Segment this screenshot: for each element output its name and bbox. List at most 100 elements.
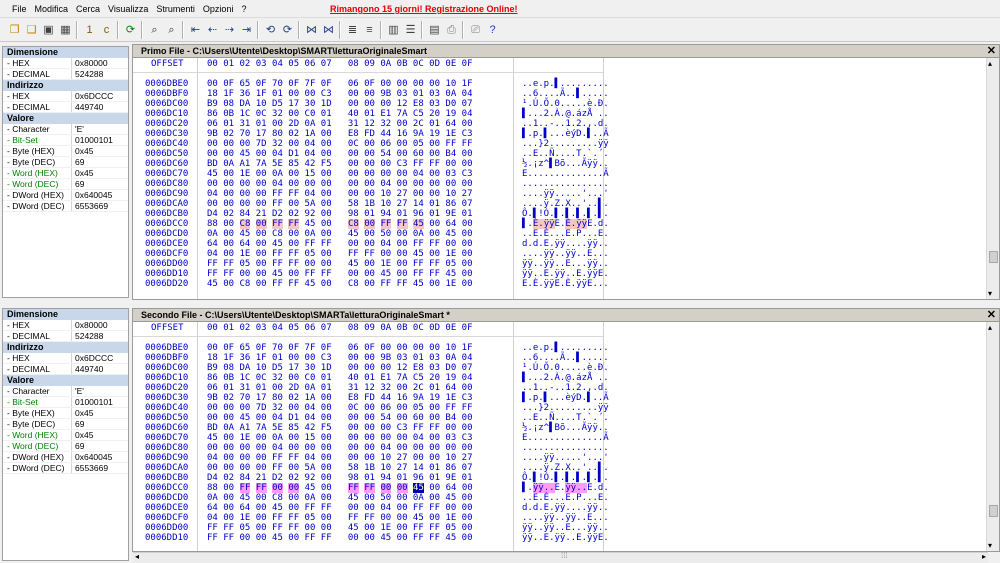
- hex-byte[interactable]: 00: [380, 483, 392, 493]
- align-right-icon[interactable]: ≡: [361, 22, 378, 39]
- hex-byte[interactable]: FF: [364, 483, 376, 493]
- hex-byte[interactable]: FF: [380, 219, 392, 229]
- hex-row[interactable]: 86 0B 1C 0C 32 00 C0 01 40 01 E1 7A C5 2…: [207, 109, 473, 119]
- ascii-row[interactable]: ..E..Ñ....T.`.´.: [522, 149, 609, 159]
- hex-byte[interactable]: 45: [305, 219, 316, 229]
- ascii-char[interactable]: ÿ: [538, 483, 544, 493]
- hex-row[interactable]: 04 00 1E 00 FF FF 05 00 FF FF 00 00 45 0…: [207, 513, 473, 523]
- goto-end-icon[interactable]: ⇥: [238, 22, 255, 39]
- ascii-row[interactable]: ..1..-..1.2.,.d.: [522, 119, 609, 129]
- hex-byte[interactable]: 00: [321, 219, 332, 229]
- ascii-row[interactable]: ..6....Ã..▌.....: [522, 353, 609, 363]
- hex-row[interactable]: 04 00 1E 00 FF FF 05 00 FF FF 00 00 45 0…: [207, 249, 473, 259]
- hex-row[interactable]: 45 00 1E 00 0A 00 15 00 00 00 00 00 04 0…: [207, 169, 473, 179]
- ascii-row[interactable]: ...}2.........ÿÿ: [522, 403, 609, 413]
- save-icon[interactable]: ▣: [40, 22, 57, 39]
- trial-registration-link[interactable]: Rimangono 15 giorni! Registrazione Onlin…: [330, 3, 518, 15]
- hex-byte[interactable]: 00: [288, 483, 300, 493]
- hex-row[interactable]: 86 0B 1C 0C 32 00 C0 01 40 01 E1 7A C5 2…: [207, 373, 473, 383]
- hex-byte[interactable]: 45: [413, 219, 424, 229]
- compare-icon[interactable]: ⋈: [303, 22, 320, 39]
- help-icon[interactable]: ?: [484, 22, 501, 39]
- hex-row[interactable]: 00 00 00 00 FF 00 5A 00 58 1B 10 27 14 0…: [207, 463, 473, 473]
- ascii-row[interactable]: d.d.E.ÿÿ....ÿÿ..: [522, 239, 609, 249]
- hex-row[interactable]: 45 00 1E 00 0A 00 15 00 00 00 00 00 04 0…: [207, 433, 473, 443]
- menu-help[interactable]: ?: [237, 0, 250, 15]
- ascii-char[interactable]: ÿ: [565, 483, 571, 493]
- ascii-row[interactable]: ....ÿ.Z.X..'..▌.: [522, 199, 609, 209]
- ascii-row[interactable]: Ô.▌!Ò.▌.▌.▌.▌.▌.: [522, 209, 609, 219]
- hex-byte[interactable]: 00: [223, 483, 234, 493]
- ascii-row[interactable]: ....ÿÿ..ÿÿ..E...: [522, 513, 609, 523]
- hex-byte[interactable]: FF: [288, 219, 300, 229]
- hex-row[interactable]: 0A 00 45 00 C8 00 0A 00 45 00 50 00 0A 0…: [207, 493, 473, 503]
- hex-row[interactable]: D4 02 84 21 D2 02 92 00 98 01 94 01 96 0…: [207, 473, 473, 483]
- find-next-icon[interactable]: ⌕: [163, 22, 180, 39]
- menu-modifica[interactable]: Modifica: [31, 0, 73, 15]
- ascii-row[interactable]: ....ÿÿ.....'...': [522, 189, 609, 199]
- hex-row[interactable]: 64 00 64 00 45 00 FF FF 00 00 04 00 FF F…: [207, 503, 473, 513]
- ascii-char[interactable]: .: [603, 219, 608, 229]
- hex-row[interactable]: BD 0A A1 7A 5E 85 42 F5 00 00 00 C3 FF F…: [207, 423, 473, 433]
- hex-row[interactable]: 06 01 31 01 00 2D 0A 01 31 12 32 00 2C 0…: [207, 119, 473, 129]
- hex-row[interactable]: 45 00 C8 00 FF FF 45 00 C8 00 FF FF 45 0…: [207, 279, 473, 289]
- hex-row[interactable]: 0A 00 45 00 C8 00 0A 00 45 00 50 00 0A 0…: [207, 229, 473, 239]
- ascii-row[interactable]: E..............Ã: [522, 433, 609, 443]
- bookmark-1-icon[interactable]: 1: [81, 22, 98, 39]
- ascii-row[interactable]: d.d.E.ÿÿ....ÿÿ..: [522, 503, 609, 513]
- hex-row[interactable]: B9 08 DA 10 D5 17 30 1D 00 00 00 12 E8 0…: [207, 99, 473, 109]
- ascii-row[interactable]: ..1..-..1.2.,.d.: [522, 383, 609, 393]
- list-icon[interactable]: ☰: [402, 22, 419, 39]
- hex-byte[interactable]: C8: [239, 219, 251, 229]
- hex-byte[interactable]: 64: [446, 219, 457, 229]
- hex-row[interactable]: 06 01 31 01 00 2D 0A 01 31 12 32 00 2C 0…: [207, 383, 473, 393]
- print-icon[interactable]: ⎙: [443, 22, 460, 39]
- ascii-row[interactable]: ½.¡z^▌Bõ...Ãÿÿ..: [522, 423, 609, 433]
- ascii-row[interactable]: ..E..Ñ....T.`.´.: [522, 413, 609, 423]
- ascii-char[interactable]: .: [538, 219, 544, 229]
- ascii-row[interactable]: ..e.p.▌.........: [522, 79, 609, 89]
- refresh-icon[interactable]: ⟳: [122, 22, 139, 39]
- hex-byte[interactable]: 88: [207, 219, 218, 229]
- ascii-row[interactable]: ....ÿÿ..ÿÿ..E...: [522, 249, 609, 259]
- goto-prev-icon[interactable]: ⇠: [204, 22, 221, 39]
- ascii-row[interactable]: ½.¡z^▌Bõ...Ãÿÿ..: [522, 159, 609, 169]
- hex-row[interactable]: 00 00 00 00 FF 00 5A 00 58 1B 10 27 14 0…: [207, 199, 473, 209]
- hex-byte[interactable]: 00: [223, 219, 234, 229]
- document-icon[interactable]: ▤: [426, 22, 443, 39]
- hex-row[interactable]: 00 00 45 00 04 D1 04 00 00 00 54 00 60 0…: [207, 413, 473, 423]
- hex-row[interactable]: 00 0F 65 0F 70 0F 7F 0F 06 0F 00 00 00 0…: [207, 79, 473, 89]
- horizontal-scrollbar[interactable]: ◂ ⁞⁞⁞ ▸: [133, 551, 988, 563]
- hex-row[interactable]: B9 08 DA 10 D5 17 30 1D 00 00 00 12 E8 0…: [207, 363, 473, 373]
- menu-opzioni[interactable]: Opzioni: [199, 0, 238, 15]
- find-icon[interactable]: ⌕: [146, 22, 163, 39]
- ascii-row[interactable]: ÿÿ..E.ÿÿ..E.ÿÿE.: [522, 533, 609, 543]
- new-file-icon[interactable]: ❐: [6, 22, 23, 39]
- hex-row[interactable]: 04 00 00 00 FF FF 04 00 00 00 10 27 00 0…: [207, 453, 473, 463]
- hex-pane-second[interactable]: Secondo File - C:\Users\Utente\Desktop\S…: [132, 308, 1000, 552]
- ascii-row[interactable]: ....ÿÿ.....'...': [522, 453, 609, 463]
- ascii-row[interactable]: E..............Ã: [522, 169, 609, 179]
- hex-row[interactable]: 00 00 00 00 04 00 00 00 00 00 04 00 00 0…: [207, 443, 473, 453]
- ascii-row[interactable]: ¹.Ú.Õ.0.....è.Ð.: [522, 363, 609, 373]
- hex-byte[interactable]: 00: [462, 219, 473, 229]
- hex-byte[interactable]: FF: [255, 483, 267, 493]
- ascii-row[interactable]: ÿÿ..ÿÿ..E...ÿÿ..: [522, 259, 609, 269]
- ascii-row[interactable]: ................: [522, 179, 609, 189]
- hex-pane-first[interactable]: Primo File - C:\Users\Utente\Desktop\SMA…: [132, 44, 1000, 300]
- hex-row[interactable]: 9B 02 70 17 80 02 1A 00 E8 FD 44 16 9A 1…: [207, 393, 473, 403]
- scroll-down-icon[interactable]: ▾: [988, 289, 992, 298]
- hex-byte[interactable]: FF: [347, 483, 359, 493]
- compare-next-icon[interactable]: ⋈: [320, 22, 337, 39]
- ascii-row[interactable]: ▌...2.À.@.ázÅ ..: [522, 109, 609, 119]
- vertical-scrollbar[interactable]: ▴ ▾: [986, 58, 999, 299]
- scroll-down-icon[interactable]: ▾: [988, 541, 992, 550]
- hex-byte[interactable]: 00: [272, 483, 283, 493]
- hex-byte[interactable]: C8: [347, 219, 359, 229]
- ascii-char[interactable]: .: [576, 483, 582, 493]
- ascii-char[interactable]: È: [565, 219, 571, 229]
- goto-start-icon[interactable]: ⇤: [187, 22, 204, 39]
- hex-byte[interactable]: 00: [429, 219, 440, 229]
- menu-strumenti[interactable]: Strumenti: [152, 0, 199, 15]
- hex-byte[interactable]: 00: [321, 483, 332, 493]
